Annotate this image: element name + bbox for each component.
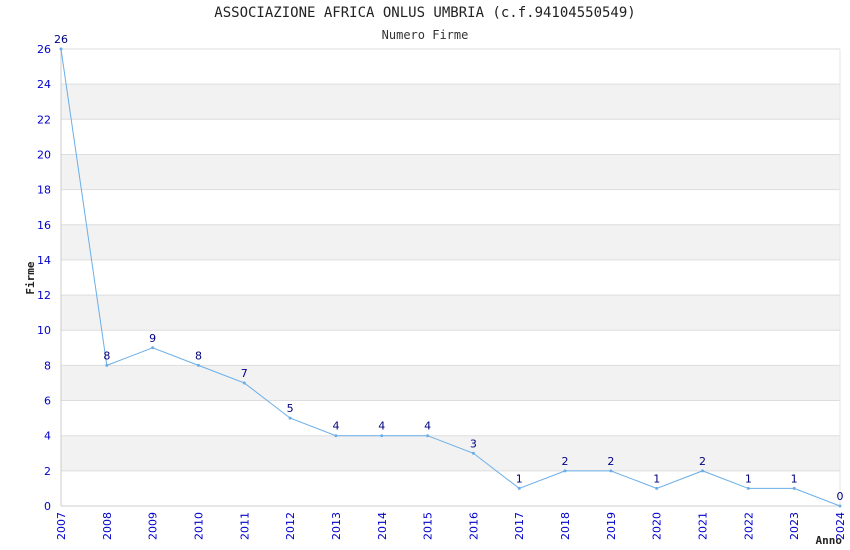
data-point	[380, 434, 384, 438]
data-point	[242, 381, 246, 385]
data-label: 7	[241, 367, 248, 380]
grid-band	[61, 470, 840, 506]
x-tick-label: 2010	[192, 512, 205, 540]
grid-band	[61, 154, 840, 190]
data-label: 2	[562, 455, 569, 468]
data-label: 9	[149, 332, 156, 345]
x-tick-label: 2016	[467, 512, 480, 540]
x-tick-label: 2019	[605, 512, 618, 540]
x-tick-label: 2022	[742, 512, 755, 540]
data-label: 8	[103, 349, 110, 362]
line-chart: 26898754 4 4312 2121 10 2007 2008 2009 2010 2011…	[24, 33, 847, 547]
data-label: 4	[424, 420, 431, 433]
data-point	[609, 469, 613, 473]
x-tick-label: 2013	[330, 512, 343, 540]
y-tick-label: 0	[44, 500, 51, 513]
y-tick-label: 26	[37, 43, 51, 56]
data-label: 2	[607, 455, 614, 468]
data-label: 2	[699, 455, 706, 468]
x-tick-labels: 2007 2008 2009 2010 2011 2012 2013 2014 2015 2016…	[55, 512, 847, 540]
grid-band	[61, 259, 840, 296]
data-point	[105, 363, 109, 367]
data-point	[288, 416, 292, 420]
x-tick-label: 2008	[101, 512, 114, 540]
grid-band	[61, 84, 840, 120]
grid-band	[61, 330, 840, 366]
data-label: 5	[287, 402, 294, 415]
x-tick-label: 2015	[422, 512, 435, 540]
x-tick-label: 2012	[284, 512, 297, 540]
x-axis-title: Anno	[816, 534, 843, 547]
x-tick-label: 2014	[376, 512, 389, 540]
y-tick-label: 4	[44, 430, 51, 443]
y-axis-title: Firme	[24, 261, 37, 294]
grid-band	[61, 400, 840, 436]
data-point	[746, 486, 750, 490]
data-label: 1	[653, 472, 660, 485]
y-tick-label: 24	[37, 78, 51, 91]
x-tick-label: 2018	[559, 512, 572, 540]
x-tick-label: 2011	[238, 512, 251, 540]
data-label: 0	[837, 490, 844, 503]
data-point	[701, 469, 705, 473]
y-tick-label: 22	[37, 113, 51, 126]
data-point	[655, 486, 659, 490]
y-tick-label: 8	[44, 359, 51, 372]
data-point	[196, 363, 200, 367]
x-tick-label: 2023	[788, 512, 801, 540]
data-label: 1	[791, 472, 798, 485]
y-tick-label: 18	[37, 184, 51, 197]
grid-band	[61, 295, 840, 331]
x-tick-label: 2007	[55, 512, 68, 540]
x-tick-label: 2017	[513, 512, 526, 540]
grid-band	[61, 435, 840, 471]
y-tick-label: 20	[37, 148, 51, 161]
data-label: 8	[195, 349, 202, 362]
y-tick-label: 10	[37, 324, 51, 337]
data-point	[151, 346, 155, 350]
y-tick-label: 14	[37, 254, 51, 267]
y-tick-label: 16	[37, 219, 51, 232]
data-point	[563, 469, 567, 473]
data-point	[426, 434, 430, 438]
grid-band	[61, 224, 840, 260]
y-tick-label: 2	[44, 465, 51, 478]
data-point	[334, 434, 338, 438]
grid-band	[61, 49, 840, 85]
x-tick-label: 2020	[651, 512, 664, 540]
data-label: 1	[516, 472, 523, 485]
data-point	[838, 504, 842, 508]
data-point	[59, 47, 63, 51]
data-label: 1	[745, 472, 752, 485]
grid-band	[61, 189, 840, 225]
grid-bands	[61, 49, 840, 506]
data-label: 26	[54, 33, 68, 46]
data-label: 4	[378, 420, 385, 433]
grid-band	[61, 119, 840, 155]
y-tick-label: 6	[44, 395, 51, 408]
x-tick-label: 2021	[697, 512, 710, 540]
data-label: 3	[470, 437, 477, 450]
data-label: 4	[332, 420, 339, 433]
grid-band	[61, 365, 840, 401]
x-tick-label: 2009	[147, 512, 160, 540]
y-tick-label: 12	[37, 289, 51, 302]
data-point	[471, 451, 475, 455]
y-tick-labels: 02468101214161820222426	[37, 43, 51, 513]
data-point	[792, 486, 796, 490]
data-point	[517, 486, 521, 490]
